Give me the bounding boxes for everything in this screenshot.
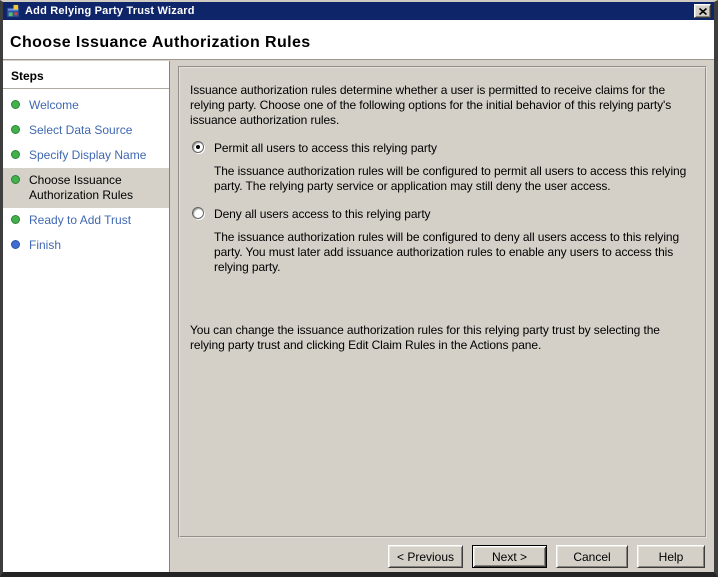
window-title: Add Relying Party Trust Wizard [25,5,195,17]
dialog-body: Steps Welcome Select Data Source Specify… [3,61,714,572]
close-icon[interactable] [694,4,711,18]
cancel-button[interactable]: Cancel [556,545,628,568]
sidebar-item-choose-issuance-authorization-rules[interactable]: Choose Issuance Authorization Rules [3,168,169,208]
deny-description: The issuance authorization rules will be… [214,230,680,274]
radio-permit-label[interactable]: Permit all users to access this relying … [214,141,437,155]
step-label: Specify Display Name [29,148,147,162]
radio-deny-all[interactable] [192,207,204,219]
sidebar-item-welcome[interactable]: Welcome [3,93,169,118]
step-label: Welcome [29,98,79,112]
help-button[interactable]: Help [637,545,705,568]
sidebar-item-specify-display-name[interactable]: Specify Display Name [3,143,169,168]
sidebar-item-select-data-source[interactable]: Select Data Source [3,118,169,143]
step-bullet-icon [11,125,20,134]
sidebar-item-finish[interactable]: Finish [3,233,169,258]
step-label: Finish [29,238,62,252]
option-permit-all: Permit all users to access this relying … [192,141,695,155]
step-bullet-icon [11,150,20,159]
intro-text: Issuance authorization rules determine w… [190,83,672,127]
wizard-app-icon [6,4,21,19]
step-bullet-icon [11,240,20,249]
page-header: Choose Issuance Authorization Rules [3,20,714,60]
steps-heading: Steps [3,61,169,89]
next-button[interactable]: Next > [472,545,547,568]
title-bar: Add Relying Party Trust Wizard [3,2,714,20]
previous-button[interactable]: < Previous [388,545,463,568]
wizard-dialog: Add Relying Party Trust Wizard Choose Is… [0,0,718,577]
radio-deny-label[interactable]: Deny all users access to this relying pa… [214,207,431,221]
step-bullet-icon [11,175,20,184]
page-title: Choose Issuance Authorization Rules [10,34,311,51]
main-area: Issuance authorization rules determine w… [170,61,714,572]
sidebar-item-ready-to-add-trust[interactable]: Ready to Add Trust [3,208,169,233]
step-bullet-icon [11,100,20,109]
footnote-text: You can change the issuance authorizatio… [190,323,660,352]
button-row: < Previous Next > Cancel Help [170,545,705,568]
permit-description: The issuance authorization rules will be… [214,164,687,193]
steps-sidebar: Steps Welcome Select Data Source Specify… [3,61,170,572]
step-bullet-icon [11,215,20,224]
step-label: Ready to Add Trust [29,213,132,227]
radio-permit-all[interactable] [192,141,204,153]
option-deny-all: Deny all users access to this relying pa… [192,207,695,221]
step-label: Choose Issuance Authorization Rules [29,173,134,202]
content-panel: Issuance authorization rules determine w… [178,66,707,538]
step-label: Select Data Source [29,123,133,137]
